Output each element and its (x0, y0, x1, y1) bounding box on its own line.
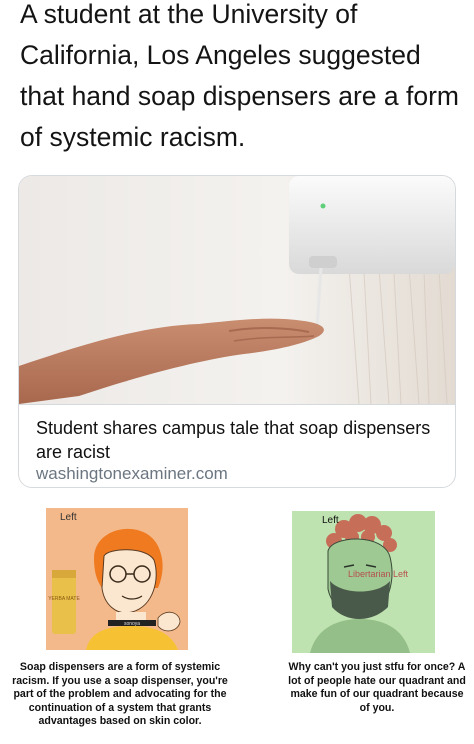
meme-left-panel: sonoya YERBA MATE Left (46, 508, 188, 650)
right-caption: Why can't you just stfu for once? A lot … (288, 661, 466, 714)
card-source[interactable]: washingtonexaminer.com (36, 464, 228, 484)
right-character-illustration: Left Libertarian Left (292, 511, 435, 653)
card-divider (19, 404, 455, 405)
card-headline[interactable]: Student shares campus tale that soap dis… (36, 416, 436, 464)
meme-right-panel: Left Libertarian Left (292, 511, 435, 653)
left-character-illustration: sonoya YERBA MATE Left (46, 508, 188, 650)
card-image (19, 176, 455, 404)
tweet-text: A student at the University of Californi… (20, 0, 459, 152)
right-quadrant-label: Left (322, 515, 339, 526)
link-card[interactable]: Student shares campus tale that soap dis… (18, 175, 456, 488)
libertarian-left-label: Libertarian Left (348, 569, 409, 579)
left-quadrant-label: Left (60, 512, 77, 523)
left-caption: Soap dispensers are a form of systemic r… (12, 661, 228, 728)
can-label: YERBA MATE (48, 596, 80, 602)
